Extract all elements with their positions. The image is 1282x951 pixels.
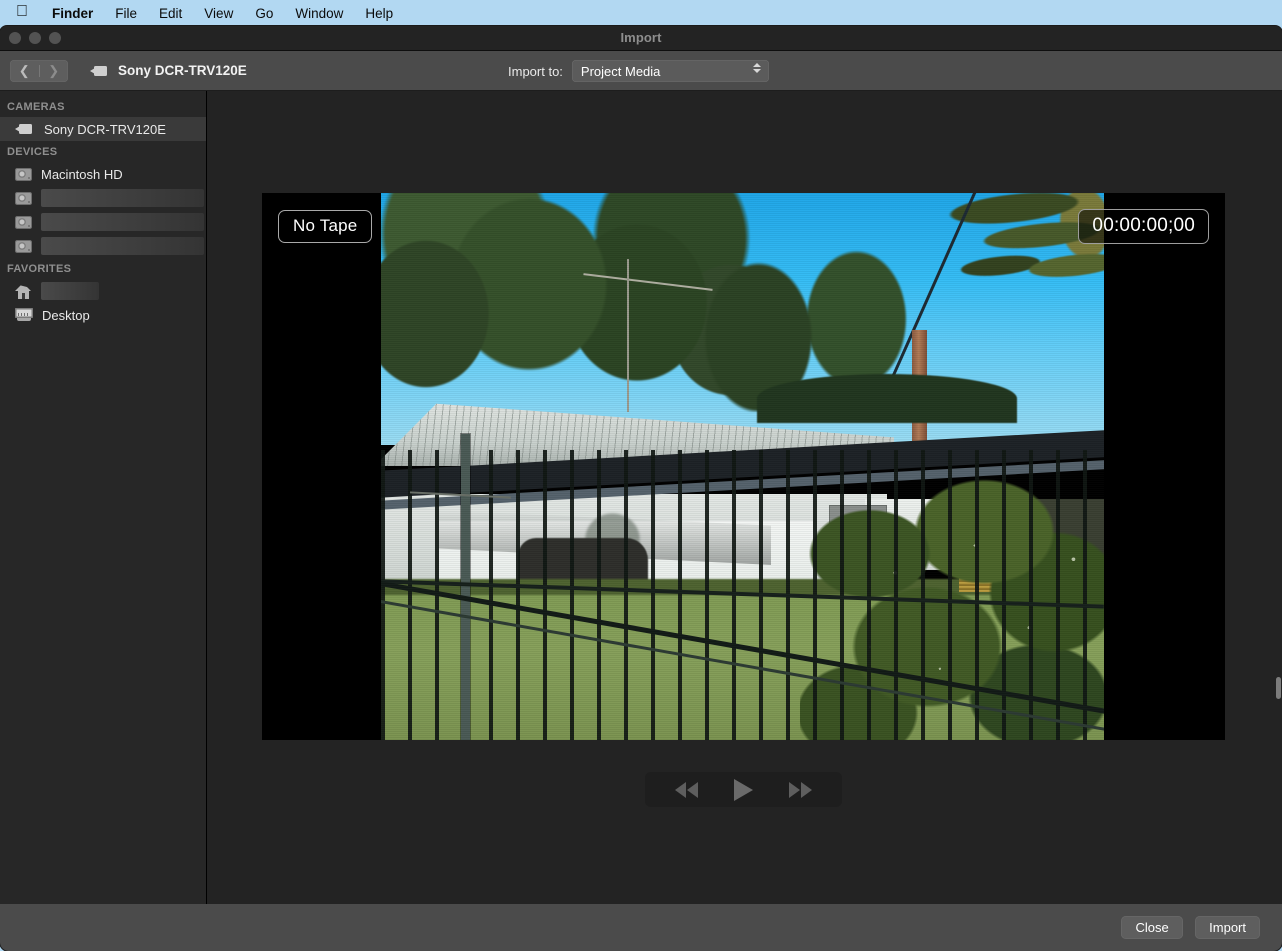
hard-drive-icon	[15, 167, 32, 182]
close-button[interactable]: Close	[1121, 916, 1183, 939]
sidebar-item-device-2[interactable]	[0, 186, 206, 210]
import-to-control: Import to: Project Media	[508, 51, 769, 91]
menu-item-help[interactable]: Help	[354, 6, 404, 21]
macos-menu-bar:  Finder File Edit View Go Window Help	[0, 0, 1282, 26]
sidebar-item-macintosh-hd[interactable]: Macintosh HD	[0, 162, 206, 186]
rewind-icon[interactable]	[675, 782, 698, 798]
import-main-content: No Tape 00:00:00;00	[207, 91, 1282, 904]
hard-drive-icon	[15, 191, 32, 206]
sidebar[interactable]: CAMERAS Sony DCR-TRV120E DEVICES Macinto…	[0, 91, 207, 904]
redacted-home-name	[41, 282, 99, 300]
window-body: CAMERAS Sony DCR-TRV120E DEVICES Macinto…	[0, 91, 1282, 904]
camcorder-icon	[15, 123, 35, 135]
menu-item-file[interactable]: File	[104, 6, 148, 21]
import-to-dropdown[interactable]: Project Media	[572, 60, 769, 82]
sidebar-item-sony-dcr-trv120e[interactable]: Sony DCR-TRV120E	[0, 117, 206, 141]
import-button[interactable]: Import	[1195, 916, 1260, 939]
window-title-bar: Import	[0, 26, 1282, 51]
sidebar-header-devices: DEVICES	[0, 141, 206, 162]
fast-forward-icon[interactable]	[789, 782, 812, 798]
sidebar-item-desktop[interactable]: Desktop	[0, 303, 206, 327]
apple-logo-icon[interactable]: 	[12, 4, 41, 22]
redacted-device-name	[41, 213, 204, 231]
home-icon	[15, 283, 32, 299]
hard-drive-icon	[15, 215, 32, 230]
playback-transport-controls[interactable]	[645, 772, 842, 807]
menu-item-go[interactable]: Go	[244, 6, 284, 21]
sidebar-item-label: Desktop	[42, 308, 90, 323]
sidebar-item-device-3[interactable]	[0, 210, 206, 234]
timecode-display[interactable]: 00:00:00;00	[1078, 209, 1209, 244]
back-chevron-left-icon[interactable]: ❮	[10, 60, 39, 82]
forward-chevron-right-icon[interactable]: ❯	[40, 60, 69, 82]
video-frame	[381, 193, 1104, 740]
sidebar-item-label: Sony DCR-TRV120E	[44, 122, 166, 137]
window-title: Import	[0, 30, 1282, 45]
hard-drive-icon	[15, 239, 32, 254]
menu-item-edit[interactable]: Edit	[148, 6, 193, 21]
sidebar-header-cameras: CAMERAS	[0, 96, 206, 117]
menu-item-view[interactable]: View	[193, 6, 244, 21]
import-window: Import ❮ ❯ Sony DCR-TRV120E Import to: P…	[0, 26, 1282, 951]
toolbar-source-device: Sony DCR-TRV120E	[90, 63, 247, 78]
desktop-icon	[15, 308, 33, 322]
desktop-background:  Finder File Edit View Go Window Help I…	[0, 0, 1282, 951]
sidebar-header-favorites: FAVORITES	[0, 258, 206, 279]
toolbar-source-label: Sony DCR-TRV120E	[118, 63, 247, 78]
sidebar-item-label: Macintosh HD	[41, 167, 123, 182]
import-toolbar: ❮ ❯ Sony DCR-TRV120E Import to: Project …	[0, 51, 1282, 91]
import-to-label: Import to:	[508, 64, 563, 79]
redacted-device-name	[41, 189, 204, 207]
chevron-updown-icon	[753, 63, 761, 73]
vertical-scrollbar[interactable]	[1276, 677, 1281, 699]
menu-item-window[interactable]: Window	[284, 6, 354, 21]
video-preview-area[interactable]: No Tape 00:00:00;00	[262, 193, 1225, 740]
navigation-segmented-control[interactable]: ❮ ❯	[10, 60, 68, 82]
sidebar-item-device-4[interactable]	[0, 234, 206, 258]
no-tape-badge: No Tape	[278, 210, 372, 243]
redacted-device-name	[41, 237, 204, 255]
menu-item-finder[interactable]: Finder	[41, 6, 104, 21]
dialog-bottom-bar: Close Import	[0, 904, 1282, 951]
sidebar-item-home[interactable]	[0, 279, 206, 303]
import-to-selected-value: Project Media	[581, 64, 660, 79]
camcorder-icon	[90, 65, 110, 77]
play-icon[interactable]	[734, 779, 753, 801]
